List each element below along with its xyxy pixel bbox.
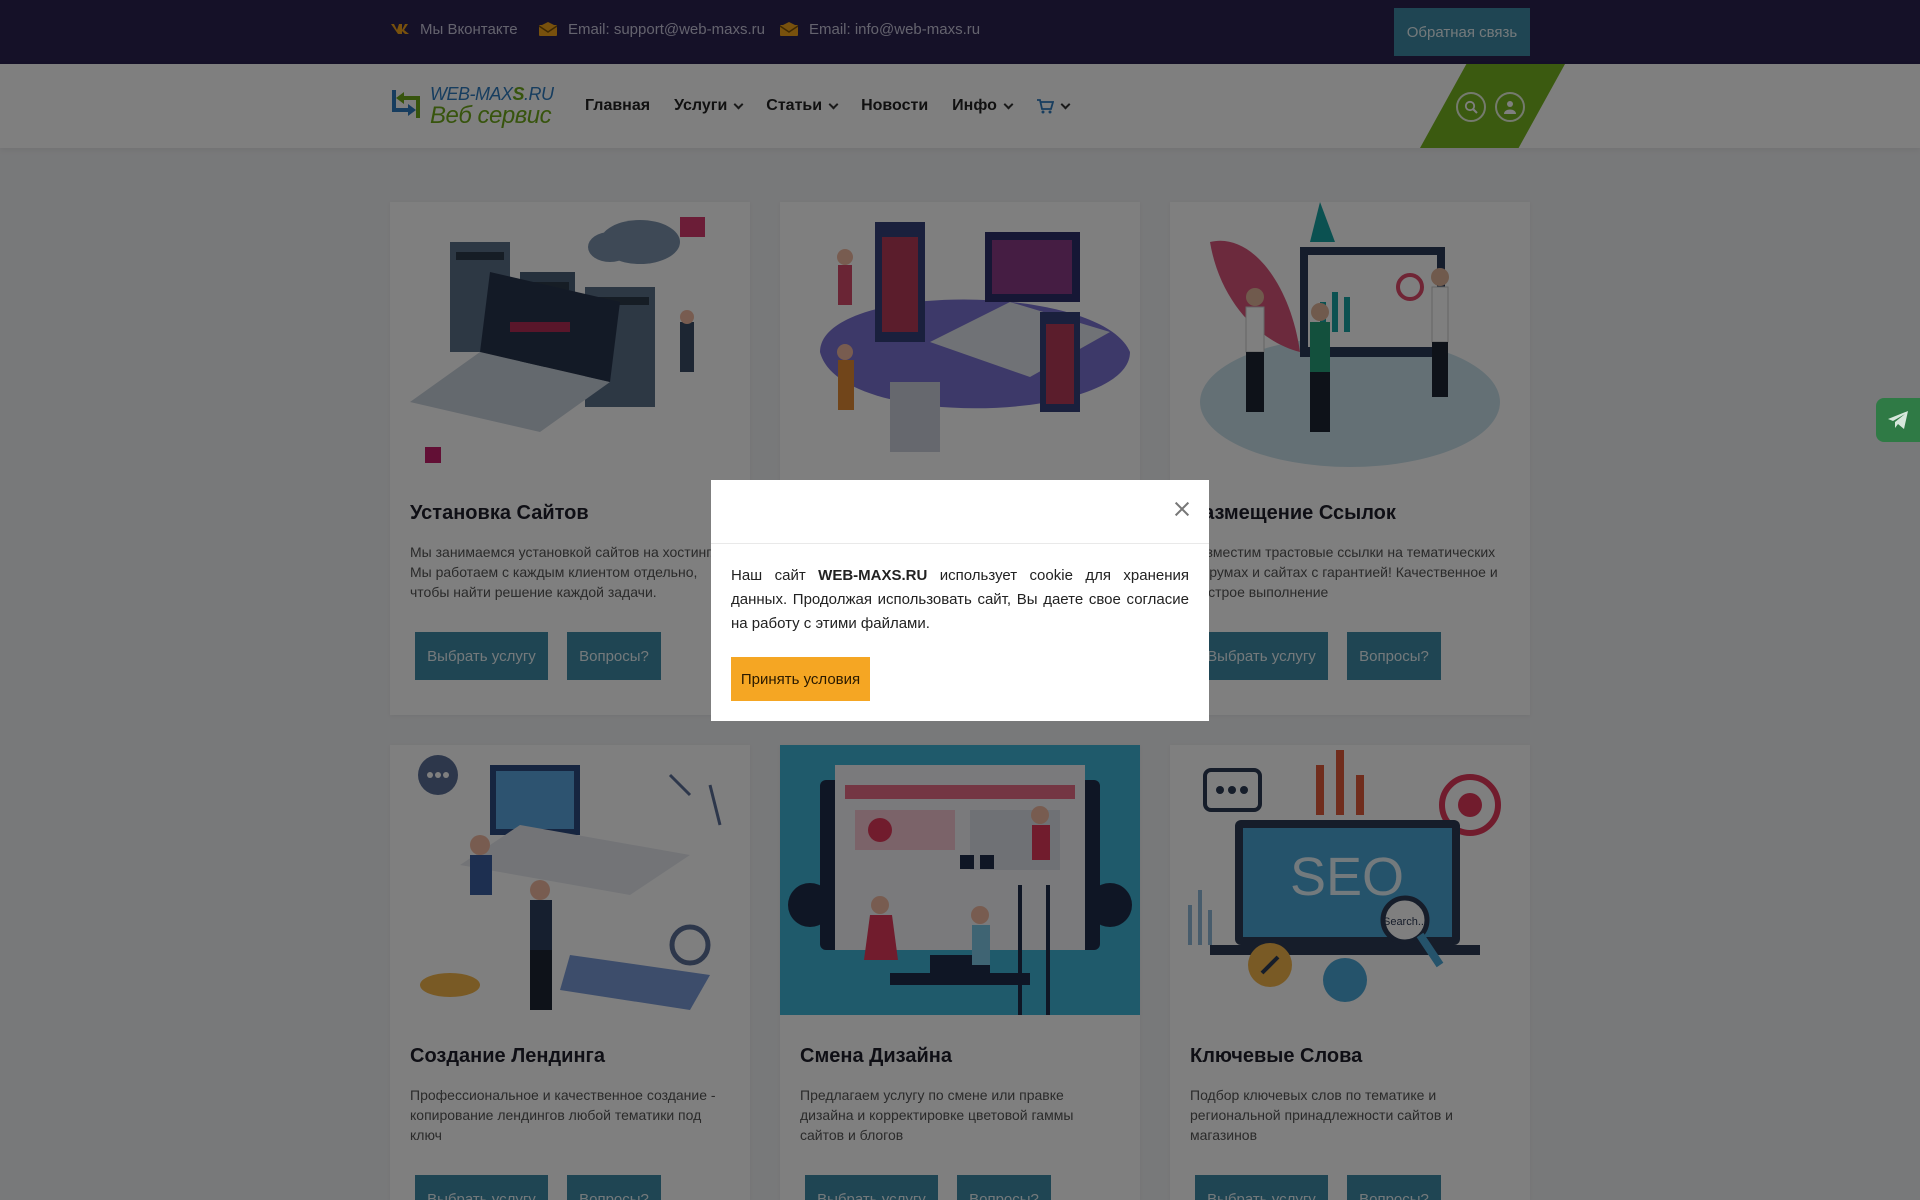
- cookie-message: Наш сайт WEB-MAXS.RU использует cookie д…: [731, 567, 1189, 632]
- accept-cookies-button[interactable]: Принять условия: [731, 657, 870, 701]
- telegram-icon: [1888, 411, 1908, 429]
- close-icon[interactable]: [1173, 500, 1191, 518]
- site-name: WEB-MAXS.RU: [818, 567, 928, 584]
- cookie-modal: Наш сайт WEB-MAXS.RU использует cookie д…: [711, 480, 1209, 721]
- modal-header: [711, 480, 1209, 544]
- telegram-button[interactable]: [1876, 398, 1920, 442]
